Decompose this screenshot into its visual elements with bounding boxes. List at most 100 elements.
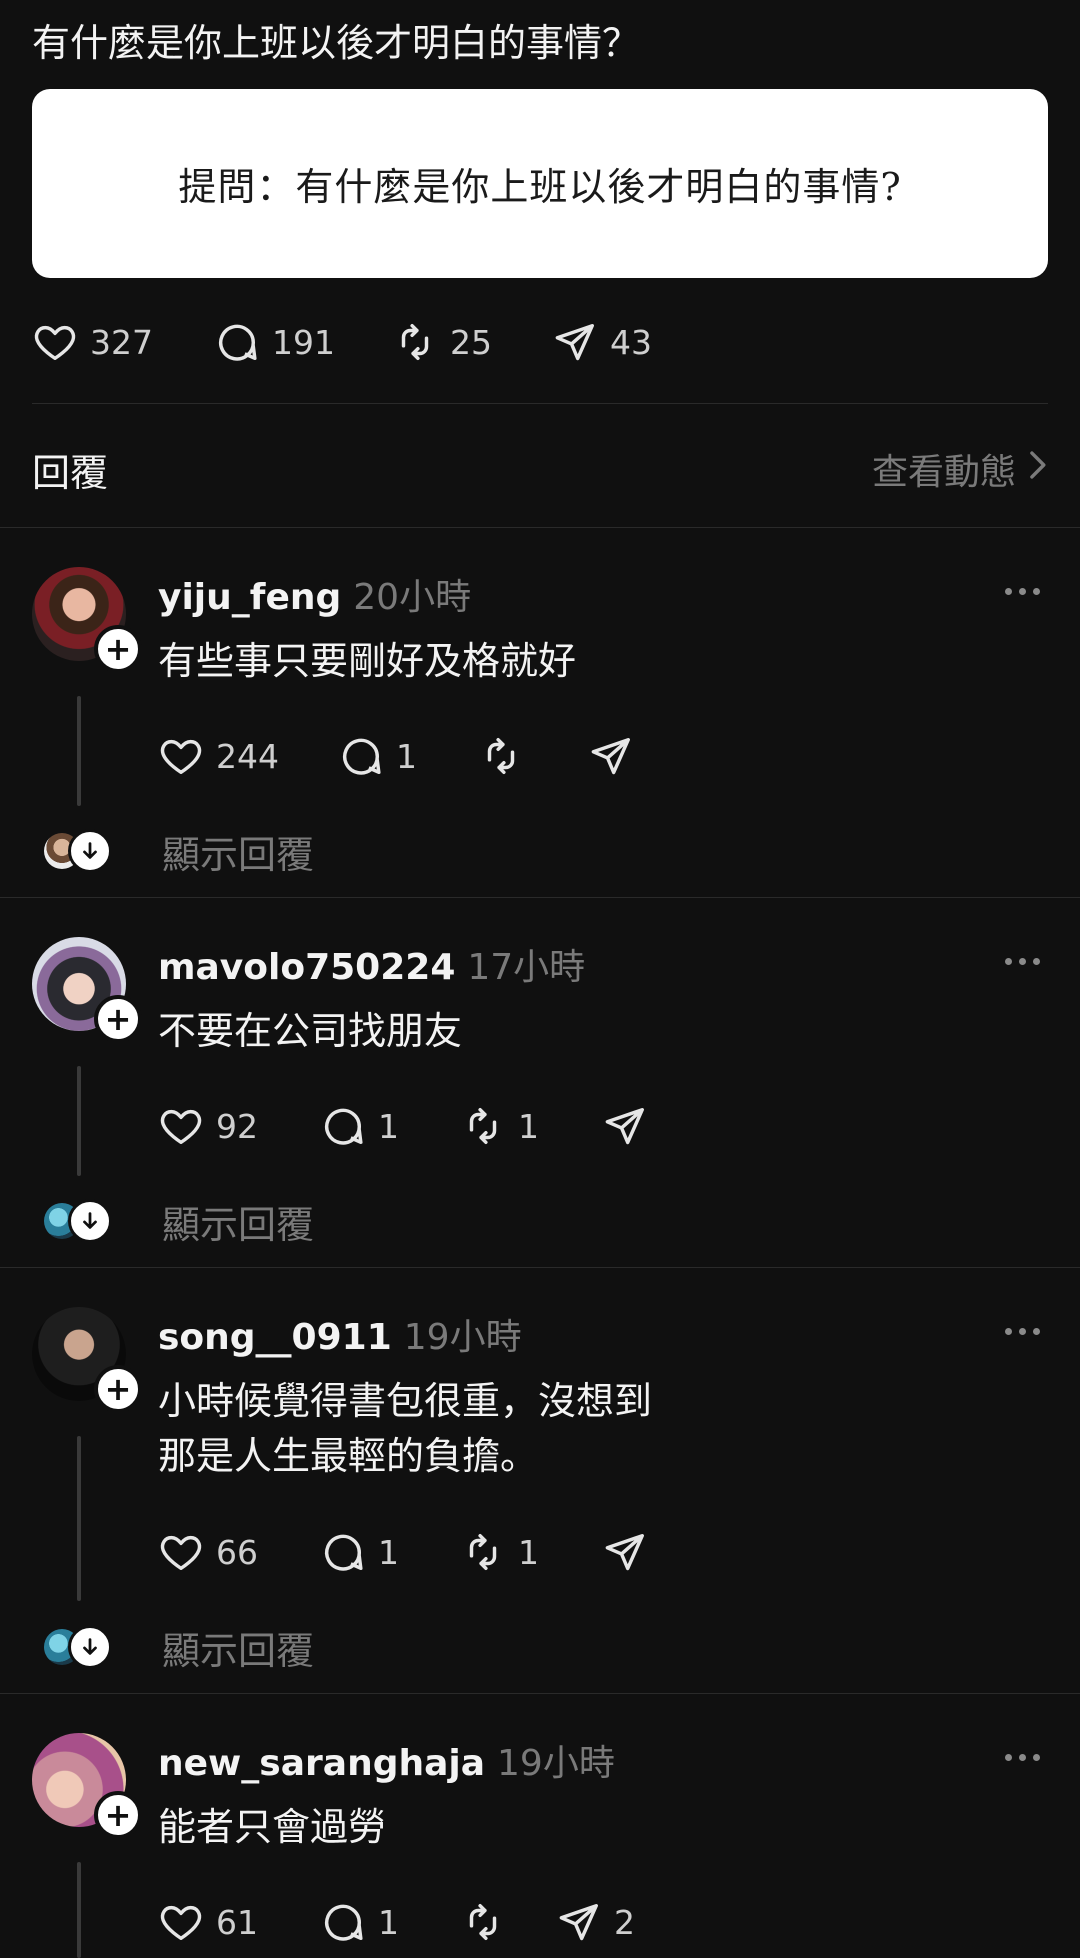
heart-icon <box>158 1899 204 1945</box>
reply-username[interactable]: mavolo750224 <box>158 947 455 988</box>
repost-icon <box>460 1103 506 1149</box>
reply-time: 19小時 <box>403 1317 522 1358</box>
reply-text: 有些事只要剛好及格就好 <box>158 639 577 683</box>
comment-icon <box>320 1103 366 1149</box>
comment-icon <box>320 1899 366 1945</box>
like-button[interactable]: 244 <box>158 726 338 786</box>
divider <box>0 1267 1080 1268</box>
like-count: 244 <box>216 736 279 776</box>
comment-button[interactable]: 1 <box>320 1522 460 1582</box>
like-count: 327 <box>90 322 153 362</box>
share-button[interactable]: 2 <box>556 1892 656 1952</box>
share-button[interactable] <box>588 726 668 786</box>
more-icon[interactable] <box>1005 588 1040 595</box>
share-count: 43 <box>610 322 652 362</box>
repost-icon <box>460 1529 506 1575</box>
share-count: 2 <box>614 1902 635 1942</box>
show-replies-row[interactable]: 顯示回覆 <box>44 1622 315 1673</box>
share-icon <box>556 1899 602 1945</box>
share-button[interactable] <box>602 1096 682 1156</box>
like-count: 66 <box>216 1532 258 1572</box>
reply-time: 19小時 <box>497 1743 615 1784</box>
share-icon <box>602 1103 648 1149</box>
reply-text: 不要在公司找朋友 <box>158 1009 463 1053</box>
reply-text-line: 小時候覺得書包很重，沒想到 <box>158 1379 653 1423</box>
follow-plus-icon[interactable]: + <box>94 1791 142 1839</box>
share-button[interactable] <box>602 1522 682 1582</box>
show-replies-label: 顯示回覆 <box>162 1202 315 1247</box>
heart-icon <box>32 319 78 365</box>
more-icon[interactable] <box>1005 1754 1040 1761</box>
more-icon[interactable] <box>1005 1328 1040 1335</box>
reply-username[interactable]: new_saranghaja <box>158 1743 485 1784</box>
like-count: 61 <box>216 1902 258 1942</box>
thread-line <box>77 1436 81 1601</box>
view-activity-label: 查看動態 <box>871 452 1016 493</box>
like-count: 92 <box>216 1106 258 1146</box>
divider <box>0 1693 1080 1694</box>
comment-icon <box>338 733 384 779</box>
show-replies-row[interactable]: 顯示回覆 <box>44 826 315 877</box>
show-replies-label: 顯示回覆 <box>162 1628 315 1673</box>
follow-plus-icon[interactable]: + <box>94 995 142 1043</box>
like-button[interactable]: 66 <box>158 1522 320 1582</box>
comment-count: 1 <box>378 1106 399 1146</box>
reply-time: 17小時 <box>467 947 586 988</box>
heart-icon <box>158 1529 204 1575</box>
repost-count: 1 <box>518 1532 539 1572</box>
like-button[interactable]: 92 <box>158 1096 320 1156</box>
divider <box>32 403 1048 404</box>
view-activity-link[interactable]: 查看動態 <box>872 443 1048 495</box>
comment-button[interactable]: 1 <box>338 726 478 786</box>
reply-action-bar: 92 1 1 <box>158 1098 682 1154</box>
reply-text-line: 那是人生最輕的負擔。 <box>158 1434 539 1478</box>
reply-time: 20小時 <box>353 577 472 618</box>
post-action-bar: 327 191 25 43 <box>32 312 692 372</box>
chevron-right-icon <box>1016 448 1048 491</box>
comment-button[interactable]: 1 <box>320 1892 460 1952</box>
thread-line <box>77 696 81 806</box>
arrow-down-icon <box>68 1625 112 1669</box>
comment-icon <box>214 319 260 365</box>
more-icon[interactable] <box>1005 958 1040 965</box>
follow-plus-icon[interactable]: + <box>94 625 142 673</box>
arrow-down-icon <box>68 1199 112 1243</box>
repost-button[interactable]: 25 <box>392 312 552 372</box>
reply-action-bar: 244 1 <box>158 728 668 784</box>
repost-icon <box>392 319 438 365</box>
repost-button[interactable]: 1 <box>460 1096 602 1156</box>
reply-text: 能者只會過勞 <box>158 1805 387 1849</box>
thread-line <box>77 1066 81 1176</box>
repost-icon <box>460 1899 506 1945</box>
comment-icon <box>320 1529 366 1575</box>
comment-button[interactable]: 1 <box>320 1096 460 1156</box>
share-icon <box>552 319 598 365</box>
heart-icon <box>158 1103 204 1149</box>
repost-count: 1 <box>518 1106 539 1146</box>
comment-count: 191 <box>272 322 335 362</box>
replies-header: 回覆 查看動態 <box>32 436 1048 502</box>
repost-icon <box>478 733 524 779</box>
show-replies-row[interactable]: 顯示回覆 <box>44 1196 315 1247</box>
like-button[interactable]: 327 <box>32 312 214 372</box>
comment-count: 1 <box>378 1902 399 1942</box>
repost-button[interactable] <box>478 726 588 786</box>
reply-action-bar: 66 1 1 <box>158 1524 682 1580</box>
reply-username[interactable]: yiju_feng <box>158 577 341 618</box>
follow-plus-icon[interactable]: + <box>94 1365 142 1413</box>
share-button[interactable]: 43 <box>552 312 692 372</box>
divider <box>0 897 1080 898</box>
comment-button[interactable]: 191 <box>214 312 392 372</box>
repost-count: 25 <box>450 322 492 362</box>
comment-count: 1 <box>378 1532 399 1572</box>
repost-button[interactable] <box>460 1892 556 1952</box>
show-replies-label: 顯示回覆 <box>162 832 315 877</box>
like-button[interactable]: 61 <box>158 1892 320 1952</box>
reply-action-bar: 61 1 2 <box>158 1894 656 1950</box>
thread-line <box>77 1862 81 1958</box>
post-image[interactable]: 提問：有什麼是你上班以後才明白的事情? <box>32 89 1048 278</box>
share-icon <box>588 733 634 779</box>
replies-label: 回覆 <box>32 450 109 495</box>
repost-button[interactable]: 1 <box>460 1522 602 1582</box>
reply-username[interactable]: song__0911 <box>158 1317 392 1358</box>
